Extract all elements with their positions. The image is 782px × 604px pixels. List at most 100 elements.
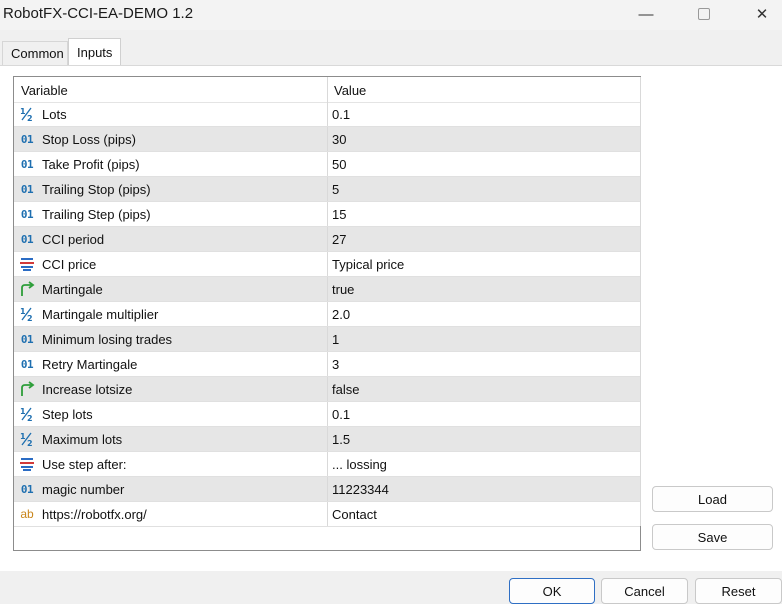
table-row[interactable]: 1 2 Maximum lots 1.5 bbox=[14, 427, 640, 452]
save-button[interactable]: Save bbox=[652, 524, 773, 550]
table-row[interactable]: 01 Trailing Step (pips) 15 bbox=[14, 202, 640, 227]
fraction-icon: 12 bbox=[18, 105, 36, 123]
cell-divider bbox=[327, 302, 328, 326]
close-icon: ✕ bbox=[755, 6, 769, 23]
tab-bar: Common Inputs bbox=[0, 38, 782, 66]
variable-name: Stop Loss (pips) bbox=[42, 132, 136, 147]
svg-text:1: 1 bbox=[20, 107, 26, 116]
enum-icon bbox=[18, 255, 36, 273]
cell-divider bbox=[327, 177, 328, 201]
variable-value[interactable]: false bbox=[332, 382, 359, 397]
variable-name: Trailing Step (pips) bbox=[42, 207, 151, 222]
tab-inputs[interactable]: Inputs bbox=[68, 38, 121, 66]
variable-value[interactable]: 15 bbox=[332, 207, 346, 222]
svg-text:1: 1 bbox=[20, 407, 26, 416]
load-button[interactable]: Load bbox=[652, 486, 773, 512]
variable-name: Use step after: bbox=[42, 457, 127, 472]
table-row[interactable]: 1 2 Martingale multiplier 2.0 bbox=[14, 302, 640, 327]
variable-value[interactable]: 2.0 bbox=[332, 307, 350, 322]
table-row[interactable]: CCI price Typical price bbox=[14, 252, 640, 277]
variable-name: Martingale multiplier bbox=[42, 307, 159, 322]
variable-name: Take Profit (pips) bbox=[42, 157, 140, 172]
minimize-button[interactable]: — bbox=[626, 2, 666, 26]
variable-value[interactable]: 0.1 bbox=[332, 407, 350, 422]
integer-icon: 01 bbox=[20, 482, 34, 496]
variable-name: magic number bbox=[42, 482, 125, 497]
table-row[interactable]: 01 Retry Martingale 3 bbox=[14, 352, 640, 377]
ok-button[interactable]: OK bbox=[509, 578, 595, 604]
table-row[interactable]: 1 2 Lots 0.1 bbox=[14, 102, 640, 127]
table-row[interactable]: ab https://robotfx.org/Contact bbox=[14, 502, 640, 527]
integer-icon: 01 bbox=[20, 357, 34, 371]
variable-value[interactable]: ... lossing bbox=[332, 457, 387, 472]
cell-divider bbox=[327, 152, 328, 176]
variable-value[interactable]: 0.1 bbox=[332, 107, 350, 122]
table-row[interactable]: 01 Stop Loss (pips) 30 bbox=[14, 127, 640, 152]
cell-divider bbox=[327, 202, 328, 226]
cell-divider bbox=[327, 227, 328, 251]
integer-icon: 01 bbox=[20, 157, 34, 171]
table-row[interactable]: 01 Trailing Stop (pips) 5 bbox=[14, 177, 640, 202]
integer-icon: 01 bbox=[20, 132, 34, 146]
cell-divider bbox=[327, 502, 328, 526]
variable-name: Minimum losing trades bbox=[42, 332, 173, 347]
table-row[interactable]: Increase lotsize false bbox=[14, 377, 640, 402]
table-row[interactable]: 01 Take Profit (pips) 50 bbox=[14, 152, 640, 177]
variable-value[interactable]: 1.5 bbox=[332, 432, 350, 447]
table-row[interactable]: 01 magic number 11223344 bbox=[14, 477, 640, 502]
svg-text:2: 2 bbox=[27, 414, 33, 422]
variable-name: https://robotfx.org/ bbox=[42, 507, 147, 522]
table-row[interactable]: 01 Minimum losing trades 1 bbox=[14, 327, 640, 352]
table-row[interactable]: Martingale true bbox=[14, 277, 640, 302]
variable-value[interactable]: 3 bbox=[332, 357, 339, 372]
bool-icon bbox=[18, 280, 36, 298]
integer-icon: 01 bbox=[20, 182, 34, 196]
tab-common[interactable]: Common bbox=[2, 41, 68, 65]
column-header-variable[interactable]: Variable bbox=[21, 83, 68, 98]
variable-name: Retry Martingale bbox=[42, 357, 138, 372]
integer-icon: 01 bbox=[20, 207, 34, 221]
variable-name: Trailing Stop (pips) bbox=[42, 182, 151, 197]
enum-icon bbox=[18, 455, 36, 473]
column-header-value[interactable]: Value bbox=[334, 83, 366, 98]
window-title: RobotFX-CCI-EA-DEMO 1.2 bbox=[3, 5, 194, 22]
variable-value[interactable]: 27 bbox=[332, 232, 346, 247]
variable-value[interactable]: true bbox=[332, 282, 354, 297]
table-row[interactable]: 01 CCI period 27 bbox=[14, 227, 640, 252]
cell-divider bbox=[327, 327, 328, 351]
cell-divider bbox=[327, 377, 328, 401]
svg-text:2: 2 bbox=[27, 314, 33, 322]
variable-value[interactable]: 1 bbox=[332, 332, 339, 347]
maximize-icon bbox=[698, 8, 710, 20]
bool-icon bbox=[18, 380, 36, 398]
title-bar: RobotFX-CCI-EA-DEMO 1.2 — ✕ bbox=[0, 0, 782, 30]
fraction-icon: 12 bbox=[18, 405, 36, 423]
reset-button[interactable]: Reset bbox=[695, 578, 782, 604]
variable-value[interactable]: Typical price bbox=[332, 257, 404, 272]
cell-divider bbox=[327, 127, 328, 151]
maximize-button[interactable] bbox=[684, 2, 724, 26]
variable-value[interactable]: Contact bbox=[332, 507, 377, 522]
cell-divider bbox=[327, 102, 328, 126]
inputs-table: Variable Value 1 2 Lots 0.1 01 Stop Loss (pip… bbox=[13, 76, 641, 551]
cell-divider bbox=[327, 452, 328, 476]
variable-value[interactable]: 30 bbox=[332, 132, 346, 147]
variable-value[interactable]: 5 bbox=[332, 182, 339, 197]
variable-name: CCI price bbox=[42, 257, 97, 272]
string-icon: ab bbox=[20, 507, 34, 521]
svg-text:2: 2 bbox=[27, 439, 33, 447]
variable-value[interactable]: 50 bbox=[332, 157, 346, 172]
cancel-button[interactable]: Cancel bbox=[601, 578, 688, 604]
cell-divider bbox=[327, 252, 328, 276]
cell-divider bbox=[327, 477, 328, 501]
cell-divider bbox=[327, 427, 328, 451]
table-row[interactable]: 1 2 Step lots 0.1 bbox=[14, 402, 640, 427]
cell-divider bbox=[327, 352, 328, 376]
close-button[interactable]: ✕ bbox=[742, 2, 782, 26]
svg-text:1: 1 bbox=[20, 432, 26, 441]
variable-name: Step lots bbox=[42, 407, 93, 422]
variable-name: CCI period bbox=[42, 232, 105, 247]
table-row[interactable]: Use step after: ... lossing bbox=[14, 452, 640, 477]
svg-text:2: 2 bbox=[27, 114, 33, 122]
variable-value[interactable]: 11223344 bbox=[332, 482, 389, 497]
